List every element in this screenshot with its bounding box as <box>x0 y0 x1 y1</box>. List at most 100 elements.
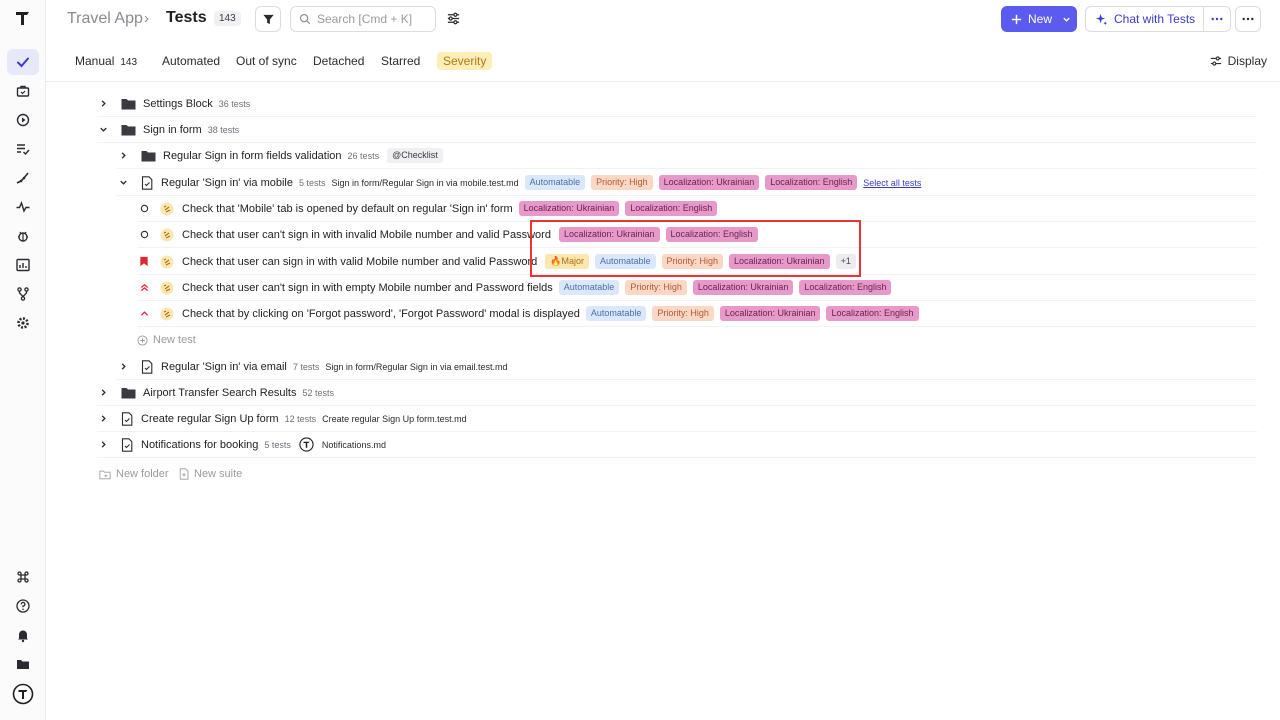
chevron-right-icon[interactable] <box>97 387 109 399</box>
more-tags-badge[interactable]: +1 <box>835 254 856 269</box>
sparkle-bug-icon <box>160 202 174 215</box>
suite-row-sign-in-email[interactable]: Regular 'Sign in' via email 7 tests Sign… <box>117 354 1257 380</box>
tab-manual[interactable]: Manual 143 <box>75 54 137 68</box>
suite-row-sign-in-mobile[interactable]: Regular 'Sign in' via mobile 5 tests Sig… <box>117 170 1257 196</box>
new-button[interactable]: New <box>1001 6 1077 32</box>
suite-row-sign-in-form[interactable]: Sign in form 38 tests <box>97 117 1257 143</box>
suite-name: Notifications for booking <box>141 438 259 451</box>
tag-severity-major[interactable]: 🔥Major <box>545 254 589 269</box>
pulse-icon[interactable] <box>7 194 39 220</box>
account-avatar-icon[interactable] <box>7 681 39 707</box>
priority-medium-icon[interactable] <box>138 308 150 320</box>
tag-localization-ukrainian[interactable]: Localization: Ukrainian <box>729 254 830 269</box>
tag-priority[interactable]: Priority: High <box>625 280 687 295</box>
tag-localization-ukrainian[interactable]: Localization: Ukrainian <box>719 306 821 321</box>
checklist-icon[interactable] <box>7 136 39 162</box>
tab-detached[interactable]: Detached <box>313 54 364 68</box>
chat-button-label: Chat with Tests <box>1114 12 1196 26</box>
app-root: Travel App › Tests 143 New Chat with Tes… <box>0 0 1280 720</box>
command-icon[interactable] <box>7 564 39 590</box>
tab-severity[interactable]: Severity <box>437 52 493 70</box>
tests-nav-icon[interactable] <box>7 49 39 75</box>
tag-automatable[interactable]: Automatable <box>585 306 647 321</box>
test-row[interactable]: Check that user can't sign in with inval… <box>138 222 1257 248</box>
briefcase-icon[interactable] <box>7 78 39 104</box>
chevron-down-icon[interactable] <box>97 124 109 136</box>
settings-gear-icon[interactable] <box>7 310 39 336</box>
search-input[interactable] <box>317 12 427 26</box>
chat-more-button[interactable] <box>1203 6 1231 32</box>
chat-with-tests-button[interactable]: Chat with Tests <box>1085 6 1204 32</box>
new-test-label: New test <box>153 334 196 346</box>
suite-name: Create regular Sign Up form <box>141 412 279 425</box>
test-title: Check that user can sign in with valid M… <box>182 255 538 268</box>
chevron-right-icon[interactable] <box>97 413 109 425</box>
suite-count: 5 tests <box>264 439 291 450</box>
chevron-right-icon[interactable] <box>117 361 129 373</box>
help-icon[interactable] <box>7 593 39 619</box>
tag-priority[interactable]: Priority: High <box>652 306 714 321</box>
analytics-icon[interactable] <box>7 252 39 278</box>
bug-icon[interactable] <box>7 223 39 249</box>
new-folder-button[interactable]: New folder <box>99 468 169 480</box>
chevron-right-icon[interactable] <box>97 439 109 451</box>
display-button[interactable]: Display <box>1210 54 1267 68</box>
tag-localization-ukrainian[interactable]: Localization: Ukrainian <box>658 175 760 190</box>
tag-automatable[interactable]: Automatable <box>558 280 620 295</box>
filter-button[interactable] <box>255 6 281 32</box>
priority-critical-icon[interactable] <box>138 256 150 268</box>
tag-localization-english[interactable]: Localization: English <box>665 227 758 242</box>
test-row[interactable]: Check that by clicking on 'Forgot passwo… <box>138 301 1257 327</box>
new-test-row[interactable]: New test <box>137 327 1257 353</box>
suite-file-path: Notifications.md <box>321 439 386 450</box>
suite-row-sign-up[interactable]: Create regular Sign Up form 12 tests Cre… <box>97 406 1257 432</box>
chevron-right-icon[interactable] <box>97 98 109 110</box>
tag-automatable[interactable]: Automatable <box>594 254 656 269</box>
tab-out-of-sync[interactable]: Out of sync <box>236 54 297 68</box>
chevron-right-icon[interactable] <box>117 150 129 162</box>
test-file-icon <box>141 359 153 374</box>
tag-localization-ukrainian[interactable]: Localization: Ukrainian <box>518 201 620 216</box>
tab-automated[interactable]: Automated <box>162 54 220 68</box>
branch-icon[interactable] <box>7 281 39 307</box>
filter-settings-button[interactable] <box>446 11 461 31</box>
test-row[interactable]: Check that user can't sign in with empty… <box>138 275 1257 301</box>
projects-icon[interactable] <box>7 651 39 677</box>
breadcrumb-app[interactable]: Travel App <box>67 10 143 28</box>
tag-automatable[interactable]: Automatable <box>524 175 586 190</box>
suite-row-airport-transfer[interactable]: Airport Transfer Search Results 52 tests <box>97 380 1257 406</box>
tag-priority[interactable]: Priority: High <box>661 254 724 269</box>
select-all-tests-link[interactable]: Select all tests <box>863 178 921 188</box>
suite-name: Airport Transfer Search Results <box>143 386 297 399</box>
checklist-tag[interactable]: @Checklist <box>387 148 443 163</box>
priority-high-icon[interactable] <box>138 282 150 294</box>
app-logo-icon[interactable] <box>13 9 33 27</box>
test-row[interactable]: Check that user can sign in with valid M… <box>138 249 1257 275</box>
suite-row-notifications[interactable]: Notifications for booking 5 tests Notifi… <box>97 432 1257 458</box>
steps-icon[interactable] <box>7 165 39 191</box>
tag-priority[interactable]: Priority: High <box>591 175 653 190</box>
tag-localization-ukrainian[interactable]: Localization: Ukrainian <box>558 227 660 242</box>
suite-name: Sign in form <box>143 123 202 136</box>
bell-icon[interactable] <box>7 622 39 648</box>
more-options-button[interactable] <box>1235 6 1261 32</box>
test-row[interactable]: Check that 'Mobile' tab is opened by def… <box>138 196 1257 222</box>
status-none-icon[interactable] <box>138 203 150 215</box>
tag-localization-english[interactable]: Localization: English <box>625 201 718 216</box>
suite-row-settings-block[interactable]: Settings Block 36 tests <box>97 91 1257 117</box>
search-box[interactable] <box>290 6 436 32</box>
tag-localization-english[interactable]: Localization: English <box>799 280 892 295</box>
suite-name: Regular Sign in form fields validation <box>163 149 342 162</box>
run-icon[interactable] <box>7 107 39 133</box>
tag-localization-english[interactable]: Localization: English <box>826 306 919 321</box>
chevron-down-icon[interactable] <box>117 177 129 189</box>
status-none-icon[interactable] <box>138 229 150 241</box>
suite-row-regular-fields[interactable]: Regular Sign in form fields validation 2… <box>117 143 1257 169</box>
tag-localization-ukrainian[interactable]: Localization: Ukrainian <box>692 280 794 295</box>
new-suite-label: New suite <box>194 468 243 480</box>
new-suite-button[interactable]: New suite <box>179 468 242 480</box>
search-icon <box>299 13 311 25</box>
tag-localization-english[interactable]: Localization: English <box>765 175 858 190</box>
sparkle-icon <box>1095 13 1108 25</box>
tab-starred[interactable]: Starred <box>381 54 420 68</box>
